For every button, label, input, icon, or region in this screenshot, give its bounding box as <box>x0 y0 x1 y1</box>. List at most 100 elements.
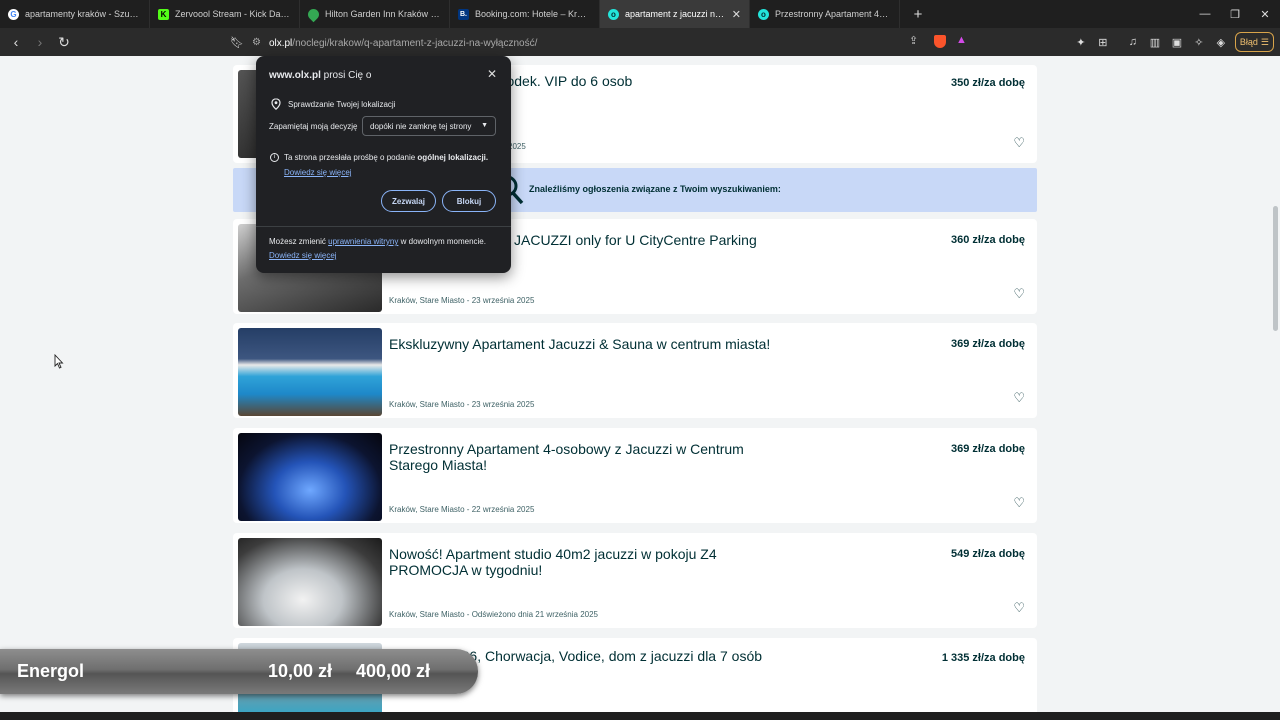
brave-rewards-icon[interactable]: ▲ <box>956 34 967 46</box>
tab-olx-search[interactable]: o apartament z jacuzzi na wyłą ✕ <box>600 0 750 28</box>
tab-kick[interactable]: K Zervoool Stream - Kick Dashboa <box>150 0 300 28</box>
listing-photo <box>238 433 382 521</box>
olx-icon: o <box>758 8 769 20</box>
scrollbar-thumb[interactable] <box>1273 206 1278 331</box>
location-pin-icon <box>271 98 281 110</box>
url-path: /noclegi/krakow/q-apartament-z-jacuzzi-n… <box>292 38 538 49</box>
site-permissions-link[interactable]: uprawnienia witryny <box>328 237 398 246</box>
tab-olx-listing[interactable]: o Przestronny Apartament 4-osobo <box>750 0 900 28</box>
learn-more-link[interactable]: Dowiedz się więcej <box>284 168 352 177</box>
tab-strip: G apartamenty kraków - Szukaj w G K Zerv… <box>0 0 1280 28</box>
listing-meta: Kraków, Stare Miasto - Odświeżono dnia 2… <box>389 610 598 619</box>
energol-price-overlay: Energol 10,00 zł 400,00 zł <box>0 649 478 694</box>
dialog-title-rest: prosi Cię o <box>320 70 372 81</box>
tab-title: Zervoool Stream - Kick Dashboa <box>175 9 291 19</box>
site-settings-icon[interactable]: ⚙︎ <box>252 37 261 48</box>
favorite-heart-icon[interactable]: ♡ <box>1013 135 1025 151</box>
footer-learn-more-link[interactable]: Dowiedz się więcej <box>269 251 337 260</box>
wallet-icon[interactable]: ▣ <box>1169 34 1185 50</box>
overlay-price-1: 10,00 zł <box>268 661 333 681</box>
error-menu-button[interactable]: Błąd ☰ <box>1234 32 1274 52</box>
listing-price: 350 zł/za dobę <box>951 77 1025 89</box>
listing-price: 369 zł/za dobę <box>951 338 1025 350</box>
media-icon[interactable]: ♫ <box>1125 34 1141 50</box>
listing-card[interactable]: Ekskluzywny Apartament Jacuzzi & Sauna w… <box>233 323 1037 418</box>
tab-booking[interactable]: B. Booking.com: Hotele – Kraków. Z <box>450 0 600 28</box>
listing-title[interactable]: Nowość! Apartment studio 40m2 jacuzzi w … <box>389 546 789 578</box>
sidebar-icon[interactable]: ▥ <box>1147 34 1163 50</box>
tab-title: Booking.com: Hotele – Kraków. Z <box>475 9 591 19</box>
mouse-cursor-icon <box>54 354 64 369</box>
listing-price: 549 zł/za dobę <box>951 548 1025 560</box>
remember-duration-value: dopóki nie zamknę tej strony <box>370 122 472 131</box>
taskbar-edge <box>0 712 1280 720</box>
location-request: Sprawdzanie Twojej lokalizacji <box>271 98 395 110</box>
location-permission-dialog: www.olx.pl prosi Cię o ✕ Sprawdzanie Two… <box>256 56 511 273</box>
url-domain: olx.pl <box>268 38 293 49</box>
share-icon[interactable]: ⇪ <box>909 34 918 47</box>
favorite-heart-icon[interactable]: ♡ <box>1013 390 1025 406</box>
info-icon: i <box>270 153 279 162</box>
tab-title: Hilton Garden Inn Kraków – Map <box>325 9 441 19</box>
listing-meta: Kraków, Stare Miasto - 22 września 2025 <box>389 505 535 514</box>
leo-ai-icon[interactable]: ✧ <box>1191 34 1207 50</box>
remember-duration-select[interactable]: dopóki nie zamknę tej strony ▼ <box>362 116 496 136</box>
listing-title[interactable]: Przestronny Apartament 4-osobowy z Jacuz… <box>389 441 789 473</box>
favorite-heart-icon[interactable]: ♡ <box>1013 286 1025 302</box>
dropdown-arrow-icon: ▼ <box>481 122 488 129</box>
browser-toolbar: ‹ › ↻ 🔖︎ ⚙︎ olx.pl/noclegi/krakow/q-apar… <box>0 28 1280 56</box>
toolbar-actions: ✦ ⊞ ♫ ▥ ▣ ✧ ◈ Błąd ☰ <box>1073 32 1274 52</box>
booking-icon: B. <box>458 8 469 20</box>
google-icon: G <box>8 8 19 20</box>
footer-text-pre: Możesz zmienić <box>269 237 329 246</box>
banner-text: Znaleźliśmy ogłoszenia związane z Twoim … <box>529 184 781 194</box>
overlay-name: Energol <box>17 661 85 681</box>
allow-button[interactable]: Zezwalaj <box>381 190 436 212</box>
listing-photo <box>238 328 382 416</box>
listing-card[interactable]: Przestronny Apartament 4-osobowy z Jacuz… <box>233 428 1037 523</box>
dialog-site: www.olx.pl <box>269 70 321 81</box>
back-icon[interactable]: ‹ <box>6 32 26 52</box>
tab-maps[interactable]: Hilton Garden Inn Kraków – Map <box>300 0 450 28</box>
restore-icon[interactable]: ❐ <box>1220 0 1250 28</box>
overlay-price-2: 400,00 zł <box>356 661 431 681</box>
page-content: t 60 m, jacuzzi, ogrodek. VIP do 6 osob … <box>0 56 1280 720</box>
listing-photo <box>238 538 382 626</box>
translate-icon[interactable]: ⊞ <box>1095 34 1111 50</box>
listing-card[interactable]: Nowość! Apartment studio 40m2 jacuzzi w … <box>233 533 1037 628</box>
listing-meta: Kraków, Stare Miasto - 23 września 2025 <box>389 296 535 305</box>
info-bold: ogólnej lokalizacji. <box>417 153 489 162</box>
info-text: Ta strona przesłała prośbę o podanie <box>284 153 418 162</box>
window-controls: — ❐ ✕ <box>1190 0 1280 28</box>
listing-title[interactable]: Ekskluzywny Apartament Jacuzzi & Sauna w… <box>389 336 789 352</box>
dialog-divider <box>256 226 511 227</box>
close-icon[interactable]: ✕ <box>732 8 741 21</box>
close-icon[interactable]: ✕ <box>487 67 497 81</box>
extensions-icon[interactable]: ✦ <box>1073 34 1089 50</box>
tab-title: apartament z jacuzzi na wyłą <box>625 9 726 19</box>
listing-price: 1 335 zł/za dobę <box>941 652 1025 664</box>
dialog-footer: Możesz zmienić uprawnienia witryny w dow… <box>269 237 486 246</box>
kick-icon: K <box>158 8 169 20</box>
new-tab-button[interactable]: + <box>908 6 928 23</box>
close-window-icon[interactable]: ✕ <box>1250 0 1280 28</box>
reload-icon[interactable]: ↻ <box>54 32 74 52</box>
listing-meta: Kraków, Stare Miasto - 23 września 2025 <box>389 400 535 409</box>
vpn-icon[interactable]: ◈ <box>1213 34 1229 50</box>
favorite-heart-icon[interactable]: ♡ <box>1013 495 1025 511</box>
maps-pin-icon <box>305 6 322 22</box>
tab-title: Przestronny Apartament 4-osobo <box>775 9 891 19</box>
address-bar[interactable]: 🔖︎ ⚙︎ olx.pl/noclegi/krakow/q-apartament… <box>230 32 976 52</box>
minimize-icon[interactable]: — <box>1190 0 1220 28</box>
listing-price: 369 zł/za dobę <box>951 443 1025 455</box>
block-button[interactable]: Blokuj <box>442 190 496 212</box>
bookmark-icon[interactable]: 🔖︎ <box>230 36 244 49</box>
listing-title[interactable]: JACUZZI only for U CityCentre Parking <box>514 232 914 248</box>
olx-icon: o <box>608 8 619 20</box>
footer-text-post: w dowolnym momencie. <box>398 237 486 246</box>
favorite-heart-icon[interactable]: ♡ <box>1013 600 1025 616</box>
brave-shield-icon[interactable] <box>934 35 946 48</box>
forward-icon[interactable]: › <box>30 32 50 52</box>
tab-google-search[interactable]: G apartamenty kraków - Szukaj w G <box>0 0 150 28</box>
tab-title: apartamenty kraków - Szukaj w G <box>25 9 141 19</box>
